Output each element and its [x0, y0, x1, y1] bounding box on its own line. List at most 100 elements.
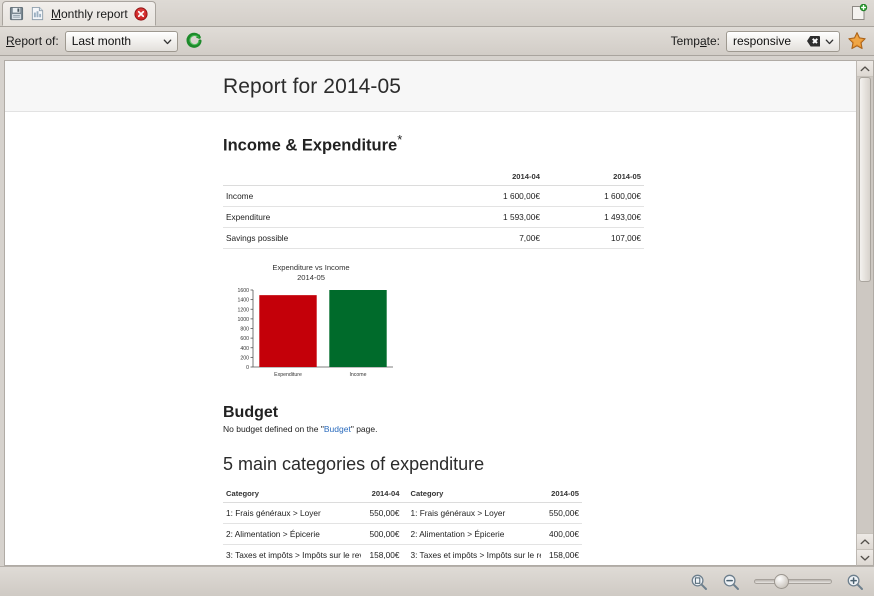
category-label-left: 4: Automobile > Carburant	[223, 566, 361, 567]
chart-subtitle: 2014-05	[297, 272, 325, 282]
zoom-slider-handle[interactable]	[774, 574, 789, 589]
budget-message-before: No budget defined on the "	[223, 424, 324, 434]
chart-canvas: 0 200 400 600 800 1000 1200 1400 1600 Expenditure…	[237, 288, 393, 378]
categories-heading: 5 main categories of expenditure	[223, 454, 485, 474]
table-row: 4: Automobile > Carburant 100,00€ 4: Aut…	[223, 566, 582, 567]
svg-text:200: 200	[240, 355, 249, 361]
save-disk-icon[interactable]	[9, 6, 24, 21]
col-header-category-right: Category	[402, 487, 541, 503]
income-expenditure-table: 2014-04 2014-05 Income 1 600,00€ 1 600,0…	[223, 169, 644, 249]
report-of-label: Report of:	[6, 34, 59, 48]
chevron-up-icon	[860, 538, 870, 546]
chart-title: Expenditure vs Income	[272, 262, 350, 272]
budget-heading: Budget	[223, 404, 279, 421]
zoom-slider-groove	[754, 579, 832, 584]
template-label-pre: Temp	[670, 34, 700, 48]
chevron-down-icon	[824, 36, 835, 47]
table-row: 2: Alimentation > Épicerie 500,00€ 2: Al…	[223, 523, 582, 545]
category-label-right: 3: Taxes et impôts > Impôts sur le reven…	[402, 544, 541, 565]
template-select-value: responsive	[733, 34, 792, 48]
tab-accel-letter: M	[51, 6, 61, 21]
col-header-2014-05: 2014-05	[540, 487, 582, 503]
report-document-icon	[30, 6, 45, 21]
svg-text:1200: 1200	[237, 307, 249, 313]
category-label-left: 2: Alimentation > Épicerie	[223, 523, 362, 545]
zoom-slider[interactable]	[754, 574, 832, 589]
category-value-left: 500,00€	[361, 523, 403, 545]
period-select[interactable]: Last month	[64, 30, 178, 52]
category-label-right: 4: Automobile > Carburant	[402, 566, 540, 567]
scrollbar-thumb[interactable]	[859, 77, 871, 283]
table-header-row: Category 2014-04 Category 2014-05	[223, 487, 582, 503]
category-label-left: 3: Taxes et impôts > Impôts sur le reven…	[223, 544, 362, 565]
budget-message-after: " page.	[350, 424, 378, 434]
template-label-post: te:	[706, 34, 720, 48]
scroll-down-button-upper[interactable]	[857, 533, 873, 549]
vertical-scrollbar[interactable]	[856, 60, 874, 566]
table-row: Expenditure 1 593,00€ 1 493,00€	[223, 206, 644, 228]
new-tab-button[interactable]	[846, 2, 870, 24]
scroll-down-button[interactable]	[857, 549, 873, 565]
expenditure-vs-income-chart: Expenditure vs Income 2014-05 0 200 400 600…	[225, 263, 397, 387]
zoom-out-icon[interactable]	[722, 573, 740, 591]
star-icon	[847, 31, 867, 51]
tab-label: Monthly report	[51, 7, 128, 21]
table-row: Savings possible 7,00€ 107,00€	[223, 227, 644, 249]
report-of-label-rest: eport of:	[14, 34, 59, 48]
template-select[interactable]: responsive	[726, 30, 840, 52]
report-document: Report for 2014-05 Income & Expenditure*…	[4, 60, 856, 566]
svg-text:Income: Income	[349, 372, 366, 378]
row-value-curr: 107,00€	[542, 227, 644, 249]
zoom-in-icon[interactable]	[846, 573, 864, 591]
income-expenditure-heading: Income & Expenditure*	[223, 132, 856, 156]
col-header-2014-04: 2014-04	[361, 487, 403, 503]
row-value-prev: 1 593,00€	[441, 206, 543, 228]
table-row: 1: Frais généraux > Loyer 550,00€ 1: Fra…	[223, 502, 582, 524]
svg-text:800: 800	[240, 327, 249, 333]
tab-monthly-report[interactable]: Monthly report	[2, 1, 156, 26]
period-select-value: Last month	[71, 34, 132, 48]
zoom-fit-page-icon[interactable]	[690, 573, 708, 591]
footnote-marker: *	[397, 132, 403, 147]
row-value-curr: 1 493,00€	[542, 206, 644, 228]
report-of-accel: R	[6, 34, 15, 48]
col-header-2014-05: 2014-05	[542, 169, 644, 186]
category-value-left: 100,00€	[361, 566, 402, 567]
report-header: Report for 2014-05	[5, 61, 856, 112]
scroll-up-button[interactable]	[857, 61, 873, 77]
chart-title-block: Expenditure vs Income 2014-05	[225, 263, 397, 284]
new-tab-icon	[848, 4, 868, 22]
clear-icon[interactable]	[807, 35, 820, 47]
skrooge-window: Monthly report Report of: Last month Tem…	[0, 0, 874, 596]
col-header-blank	[223, 169, 442, 186]
svg-text:Expenditure: Expenditure	[274, 372, 302, 378]
row-value-prev: 1 600,00€	[441, 185, 543, 207]
row-value-prev: 7,00€	[441, 227, 543, 249]
status-bar	[0, 566, 874, 596]
table-row: Income 1 600,00€ 1 600,00€	[223, 185, 644, 207]
tab-title-rest: onthly report	[61, 6, 128, 21]
close-icon[interactable]	[134, 6, 148, 21]
row-label: Expenditure	[223, 206, 442, 228]
refresh-button[interactable]	[184, 31, 204, 51]
row-value-curr: 1 600,00€	[542, 185, 644, 207]
chevron-down-icon	[162, 36, 173, 47]
scrollbar-track[interactable]	[857, 77, 873, 533]
svg-text:400: 400	[240, 346, 249, 352]
categories-table: Category 2014-04 Category 2014-05 1: Fra…	[223, 487, 582, 567]
report-body: Income & Expenditure* 2014-04 2014-05 In…	[5, 112, 856, 567]
table-row: 3: Taxes et impôts > Impôts sur le reven…	[223, 544, 582, 565]
svg-text:0: 0	[246, 365, 249, 371]
budget-page-link[interactable]: Budget	[324, 424, 351, 434]
bookmark-button[interactable]	[846, 30, 868, 52]
category-value-right: 550,00€	[540, 502, 582, 524]
svg-text:1600: 1600	[237, 288, 249, 294]
row-label: Income	[223, 185, 442, 207]
income-expenditure-heading-text: Income & Expenditure	[223, 136, 398, 155]
main-area: Report for 2014-05 Income & Expenditure*…	[0, 56, 874, 566]
category-value-left: 550,00€	[361, 502, 403, 524]
category-value-left: 158,00€	[361, 544, 403, 565]
refresh-icon	[185, 32, 203, 50]
budget-empty-message: No budget defined on the "Budget" page.	[223, 424, 856, 434]
row-label: Savings possible	[223, 227, 442, 249]
